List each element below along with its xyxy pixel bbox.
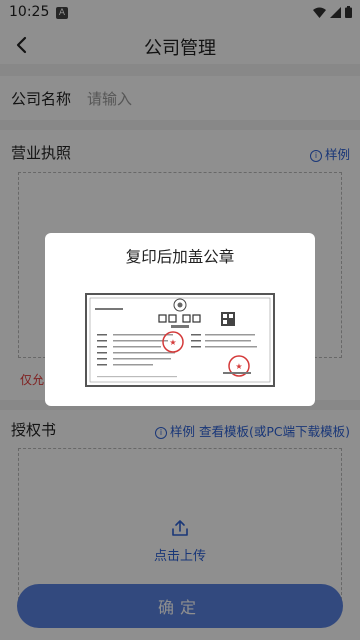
sample-modal: 复印后加盖公章 ★ ★ — [45, 233, 315, 406]
business-license-sample-image: ★ ★ — [83, 290, 277, 390]
svg-text:★: ★ — [235, 362, 242, 371]
svg-text:★: ★ — [169, 338, 176, 347]
modal-title: 复印后加盖公章 — [125, 248, 235, 266]
